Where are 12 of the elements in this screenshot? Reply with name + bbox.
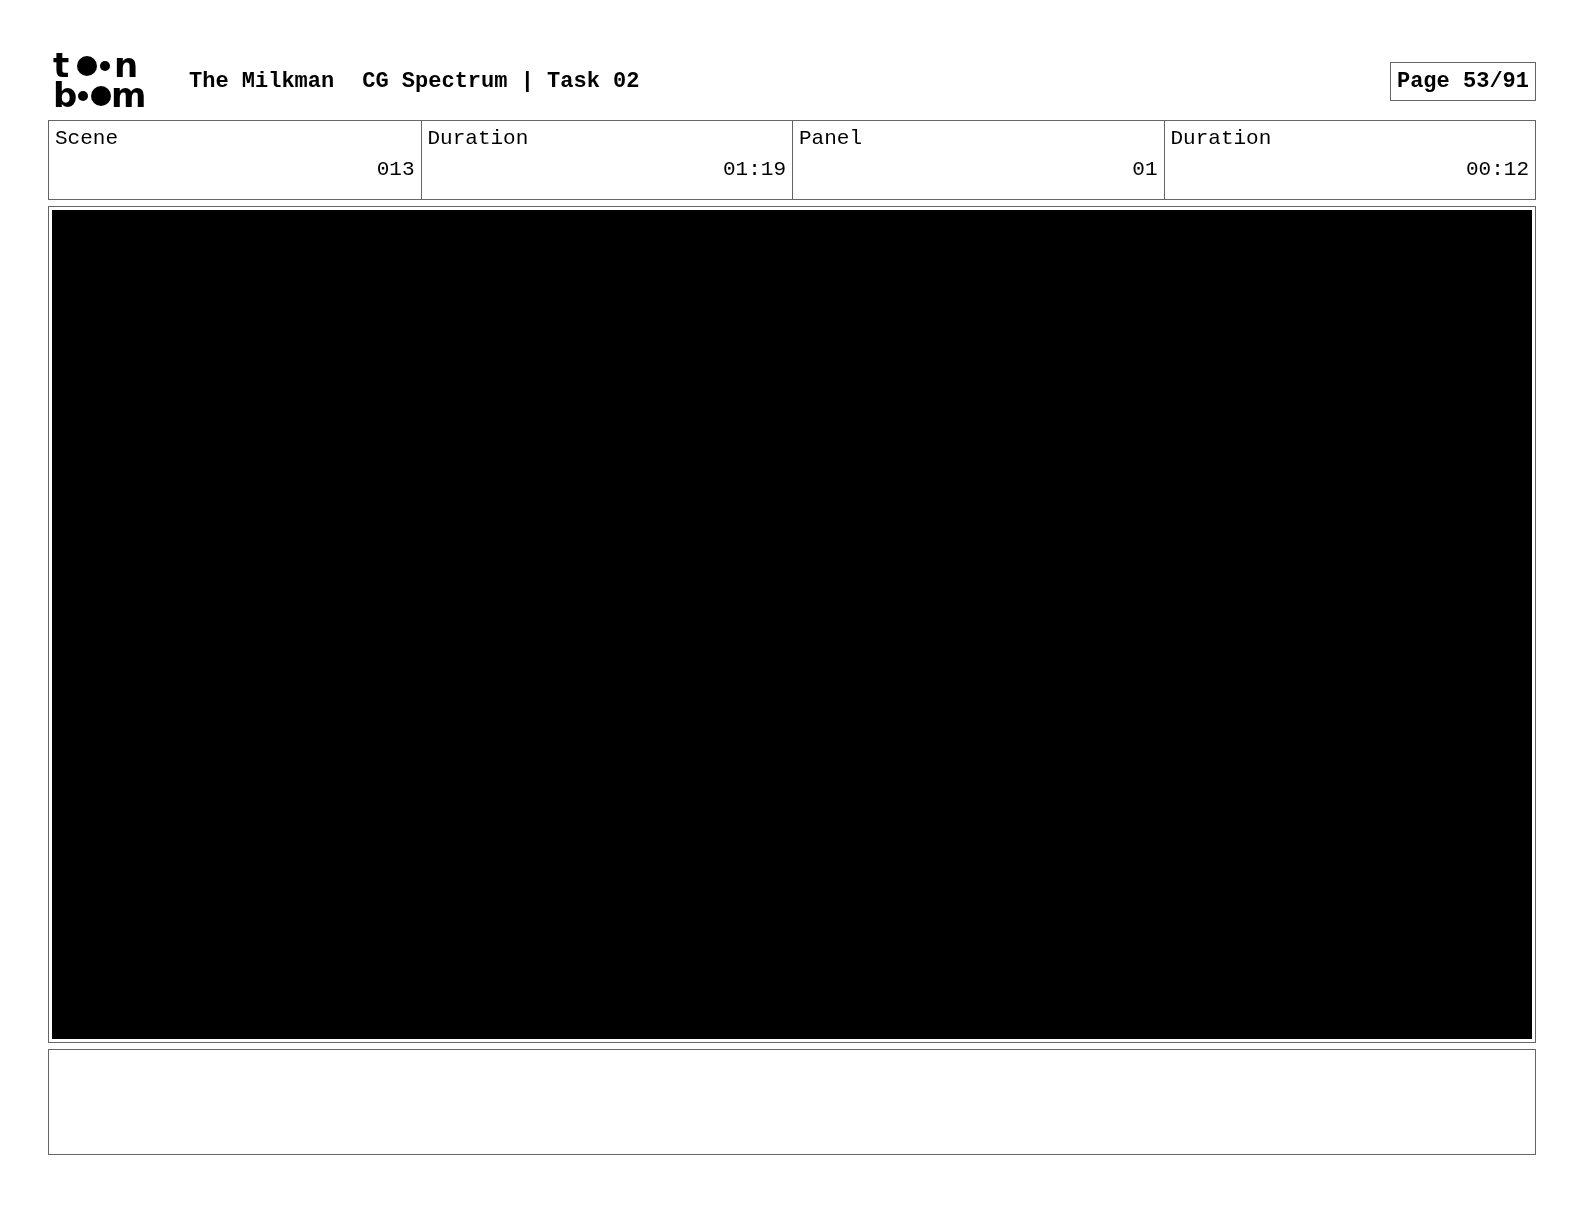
table-cell-text: 00:12 [1465,158,1529,181]
table-cell-text: 013 [375,158,415,181]
column-header: Scene [55,127,119,150]
column-header: Duration [427,127,530,150]
project-title: The Milkman [189,68,335,94]
project-subtitle: CG Spectrum | Task 02 [362,68,640,94]
table-cell-text: 01:19 [722,158,786,181]
logo-drawing: t n b m [53,51,165,111]
column-header: Duration [1170,127,1273,150]
table-cell-text: 01 [1131,158,1158,181]
column-header: Panel [799,127,863,150]
page-number: Page 53/91 [1389,61,1536,101]
